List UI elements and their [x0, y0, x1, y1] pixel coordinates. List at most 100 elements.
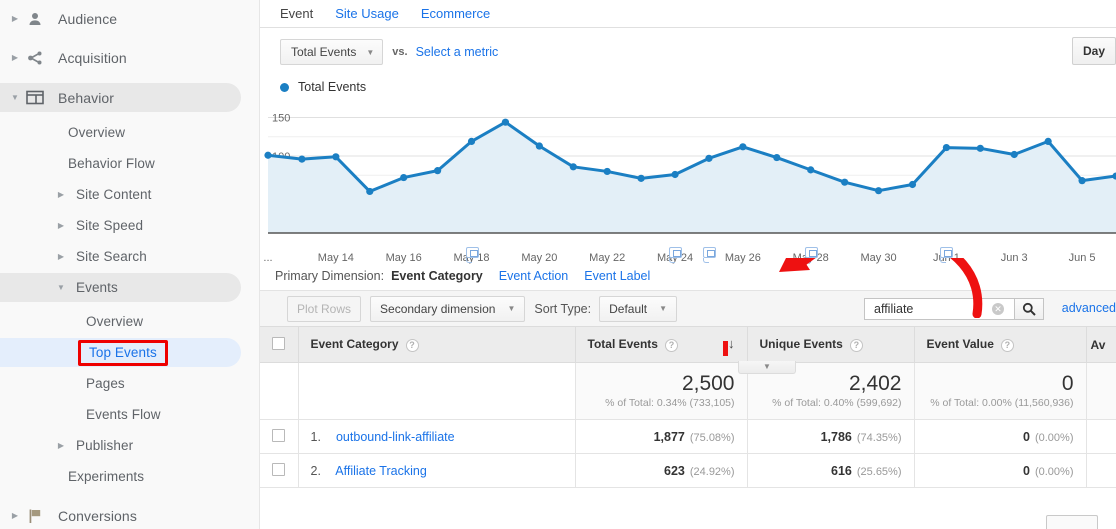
column-header-total-events[interactable]: Total Events? ↓ [575, 326, 748, 363]
chart-data-point[interactable] [264, 151, 272, 159]
chart-data-point[interactable] [773, 153, 781, 162]
row-checkbox-cell[interactable] [260, 419, 299, 454]
chart-annotation-marker[interactable] [669, 247, 683, 258]
plot-rows-button[interactable]: Plot Rows [287, 295, 362, 322]
sidebar-item-pages[interactable]: Pages [0, 368, 259, 399]
chart-data-point[interactable] [501, 118, 510, 126]
help-icon[interactable]: ? [849, 338, 863, 352]
sidebar-item-site-search[interactable]: ▶ Site Search [0, 241, 259, 272]
sidebar-item-label: Experiments [68, 469, 145, 484]
granularity-day-button[interactable]: Day [1071, 37, 1116, 65]
chart-data-point[interactable] [1078, 177, 1086, 185]
search-button[interactable] [1014, 298, 1044, 320]
help-icon[interactable]: ? [664, 338, 678, 352]
chart-data-point[interactable] [807, 166, 815, 174]
chart-annotation-marker[interactable] [804, 247, 818, 258]
help-icon[interactable]: ? [1000, 338, 1014, 352]
sidebar-item-behavior-flow[interactable]: Behavior Flow [0, 148, 259, 179]
chart-data-point[interactable] [671, 170, 679, 179]
chart-data-point[interactable] [1044, 137, 1052, 146]
row-link[interactable]: Affiliate Tracking [335, 464, 426, 478]
chart-data-point[interactable] [841, 178, 849, 186]
chevron-right-icon[interactable]: ▶ [54, 190, 68, 199]
sidebar-item-conversions[interactable]: ▶ Conversions [0, 500, 259, 529]
table-row[interactable]: 1. outbound-link-affiliate 1,877 (75.08%)… [260, 419, 1116, 454]
chart-data-point[interactable] [434, 167, 442, 175]
chevron-down-icon[interactable]: ▼ [54, 283, 68, 292]
row-checkbox[interactable] [272, 428, 286, 442]
chart-data-point[interactable] [332, 153, 340, 161]
chart-data-point[interactable] [400, 173, 408, 182]
chart-data-point[interactable] [637, 174, 645, 182]
sidebar-item-overview[interactable]: Overview [0, 117, 259, 148]
sort-type-value: Default [609, 301, 648, 316]
sidebar-item-events-flow[interactable]: Events Flow [0, 399, 259, 430]
chevron-right-icon[interactable]: ▶ [8, 511, 22, 520]
tab-event[interactable]: Event [280, 5, 313, 23]
tab-ecommerce[interactable]: Ecommerce [421, 5, 490, 23]
sidebar-item-site-speed[interactable]: ▶ Site Speed [0, 210, 259, 241]
column-header-event-value[interactable]: Event Value? [914, 326, 1087, 363]
left-nav-sidebar: ▶ Audience ▶ Acquisition ▼ Behavior Over… [0, 0, 260, 529]
chart-data-point[interactable] [467, 137, 476, 146]
column-label: Event Value [926, 337, 994, 352]
chevron-right-icon[interactable]: ▶ [54, 221, 68, 230]
sort-type-dropdown[interactable]: Default ▼ [599, 295, 678, 322]
sidebar-item-publisher[interactable]: ▶ Publisher [0, 430, 259, 461]
tab-site-usage[interactable]: Site Usage [335, 5, 399, 23]
chart-data-point[interactable] [1010, 150, 1018, 159]
chart-collapse-toggle[interactable]: ▼ [738, 361, 796, 374]
sidebar-item-acquisition[interactable]: ▶ Acquisition [0, 42, 259, 73]
chart-data-point[interactable] [603, 167, 611, 176]
chart-data-point[interactable] [976, 144, 984, 152]
events-timeseries-chart[interactable]: 50100150 ...May 14May 16May 18May 20May … [260, 98, 1116, 374]
select-all-header[interactable] [260, 326, 299, 363]
search-input-wrapper[interactable]: ✕ [864, 298, 1014, 320]
table-row[interactable]: 2. Affiliate Tracking 623 (24.92%) 616 (25… [260, 453, 1116, 488]
chevron-right-icon[interactable]: ▶ [54, 252, 68, 261]
sidebar-item-site-content[interactable]: ▶ Site Content [0, 179, 259, 210]
chevron-right-icon[interactable]: ▶ [54, 441, 68, 450]
chart-annotation-marker[interactable] [702, 247, 716, 258]
chart-annotation-marker[interactable] [465, 247, 479, 258]
column-header-avg-value[interactable]: Av [1086, 326, 1116, 363]
chart-data-point[interactable] [908, 180, 917, 189]
sidebar-item-audience[interactable]: ▶ Audience [0, 3, 259, 34]
primary-dimension-event-action[interactable]: Event Action [499, 269, 569, 283]
search-input[interactable] [872, 301, 992, 317]
clear-search-icon[interactable]: ✕ [992, 303, 1004, 315]
chart-data-point[interactable] [739, 143, 747, 151]
help-icon[interactable]: ? [405, 338, 419, 352]
sidebar-item-top-events[interactable]: Top Events [0, 337, 259, 368]
chart-data-point[interactable] [874, 187, 883, 195]
table-footer-control[interactable] [1046, 515, 1098, 529]
primary-dimension-event-label[interactable]: Event Label [584, 269, 650, 283]
row-checkbox[interactable] [272, 462, 286, 476]
chart-data-point[interactable] [942, 143, 951, 152]
chart-data-point[interactable] [535, 142, 543, 150]
sidebar-item-events[interactable]: ▼ Events [0, 272, 259, 303]
row-checkbox-cell[interactable] [260, 453, 299, 488]
sidebar-item-label: Events [76, 280, 118, 295]
chart-data-point[interactable] [366, 187, 374, 196]
chart-data-point[interactable] [298, 155, 306, 163]
chevron-right-icon[interactable]: ▶ [8, 53, 22, 62]
primary-dimension-event-category[interactable]: Event Category [391, 269, 483, 283]
chart-data-point[interactable] [705, 154, 713, 162]
chevron-right-icon[interactable]: ▶ [8, 14, 22, 23]
column-header-unique-events[interactable]: Unique Events? [747, 326, 915, 363]
row-link[interactable]: outbound-link-affiliate [336, 430, 455, 444]
column-header-event-category[interactable]: Event Category? [298, 326, 576, 363]
chart-canvas[interactable]: 50100150 [260, 98, 1116, 248]
chart-data-point[interactable] [569, 163, 577, 171]
chevron-down-icon[interactable]: ▼ [8, 93, 22, 102]
select-all-checkbox[interactable] [272, 336, 286, 350]
primary-metric-dropdown[interactable]: Total Events ▼ [280, 39, 384, 65]
sidebar-item-events-overview[interactable]: Overview [0, 306, 259, 337]
advanced-search-link[interactable]: advanced [1062, 301, 1116, 315]
select-a-metric-link[interactable]: Select a metric [416, 45, 499, 59]
sidebar-item-behavior[interactable]: ▼ Behavior [0, 82, 259, 113]
sidebar-item-experiments[interactable]: Experiments [0, 461, 259, 492]
chart-annotation-marker[interactable] [940, 247, 954, 258]
secondary-dimension-dropdown[interactable]: Secondary dimension ▼ [370, 295, 526, 322]
